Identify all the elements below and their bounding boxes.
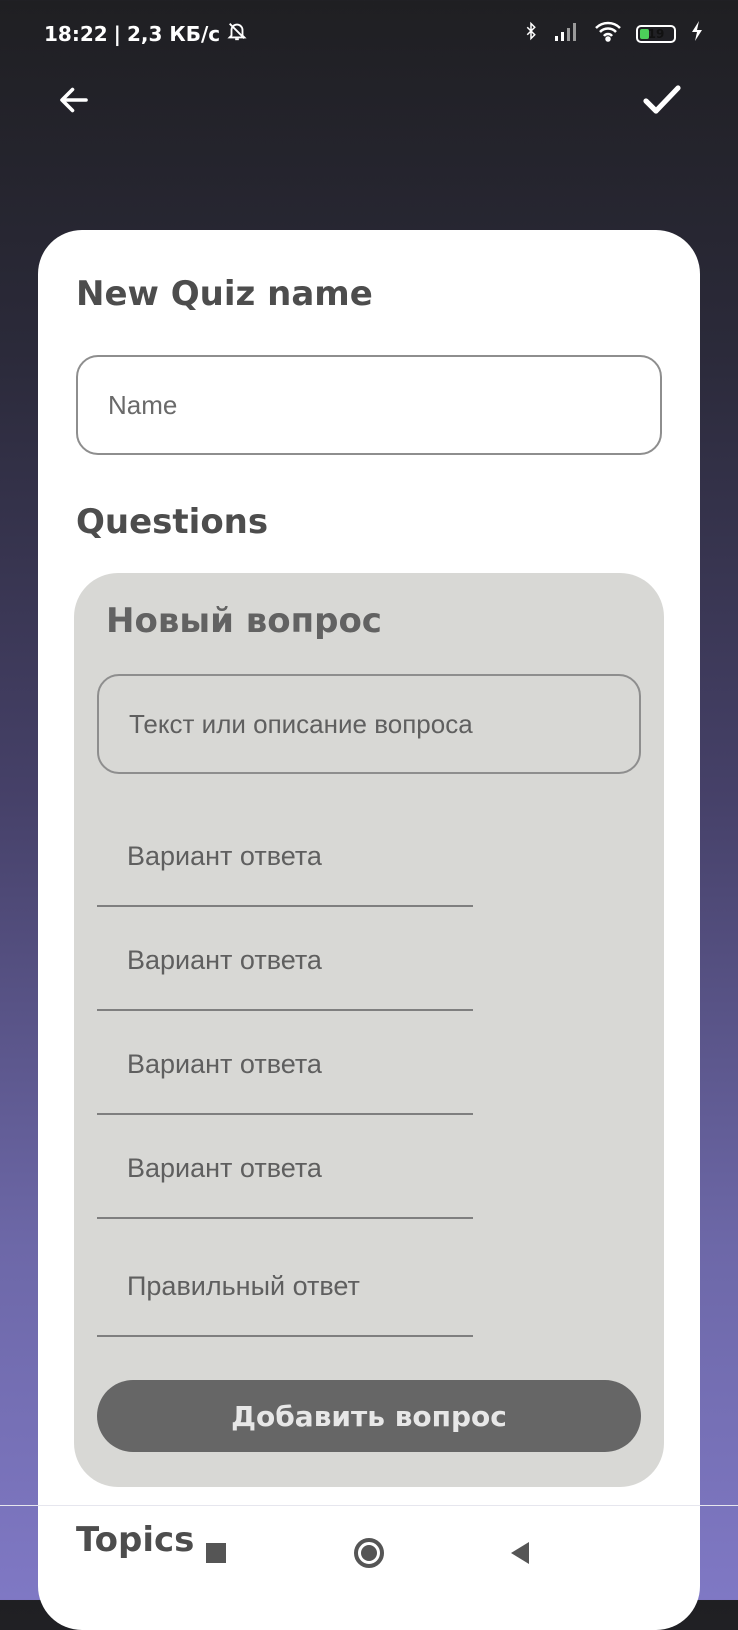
answer-option-placeholder: Вариант ответа: [127, 944, 322, 975]
question-card-title: Новый вопрос: [106, 601, 382, 641]
status-left: 18:22 | 2,3 КБ/с: [44, 20, 248, 47]
home-icon: [354, 1538, 384, 1568]
status-right: 19: [522, 20, 704, 47]
quiz-name-input[interactable]: Name: [76, 355, 662, 455]
signal-icon: [554, 20, 580, 47]
home-button[interactable]: [349, 1533, 389, 1573]
answer-option-placeholder: Вариант ответа: [127, 1048, 322, 1079]
bell-off-icon: [226, 20, 248, 47]
add-question-button[interactable]: Добавить вопрос: [97, 1380, 641, 1452]
wifi-icon: [594, 20, 622, 47]
status-bar: 18:22 | 2,3 КБ/с 19: [0, 0, 738, 64]
answer-option-placeholder: Вариант ответа: [127, 840, 322, 871]
check-icon: [643, 85, 681, 114]
system-navigation-bar: [0, 1505, 738, 1600]
answer-option-input-1[interactable]: Вариант ответа: [97, 807, 473, 907]
bluetooth-icon: [522, 20, 540, 47]
questions-label: Questions: [76, 502, 269, 542]
battery-icon: 19: [636, 24, 676, 43]
charging-icon: [690, 20, 704, 47]
status-separator: |: [113, 21, 121, 46]
new-question-card: Новый вопрос Текст или описание вопроса …: [74, 573, 664, 1487]
battery-level: 19: [647, 26, 665, 41]
arrow-left-icon: [60, 87, 88, 113]
answer-option-input-4[interactable]: Вариант ответа: [97, 1119, 473, 1219]
correct-answer-placeholder: Правильный ответ: [127, 1270, 360, 1301]
recents-button[interactable]: [196, 1533, 236, 1573]
back-icon: [511, 1542, 529, 1564]
system-back-button[interactable]: [500, 1533, 540, 1573]
quiz-form-card: New Quiz name Name Questions Новый вопро…: [38, 230, 700, 1630]
answer-option-placeholder: Вариант ответа: [127, 1152, 322, 1183]
add-question-label: Добавить вопрос: [231, 1399, 507, 1433]
name-placeholder: Name: [108, 389, 178, 420]
back-button[interactable]: [44, 70, 104, 130]
question-text-placeholder: Текст или описание вопроса: [129, 708, 473, 739]
top-bar: [0, 64, 738, 144]
correct-answer-input[interactable]: Правильный ответ: [97, 1237, 473, 1337]
confirm-button[interactable]: [632, 70, 692, 130]
answer-option-input-3[interactable]: Вариант ответа: [97, 1015, 473, 1115]
quiz-name-label: New Quiz name: [76, 274, 373, 314]
answer-option-input-2[interactable]: Вариант ответа: [97, 911, 473, 1011]
question-text-input[interactable]: Текст или описание вопроса: [97, 674, 641, 774]
network-speed: 2,3 КБ/с: [126, 21, 221, 46]
status-time: 18:22: [44, 21, 108, 46]
recents-icon: [206, 1543, 226, 1563]
